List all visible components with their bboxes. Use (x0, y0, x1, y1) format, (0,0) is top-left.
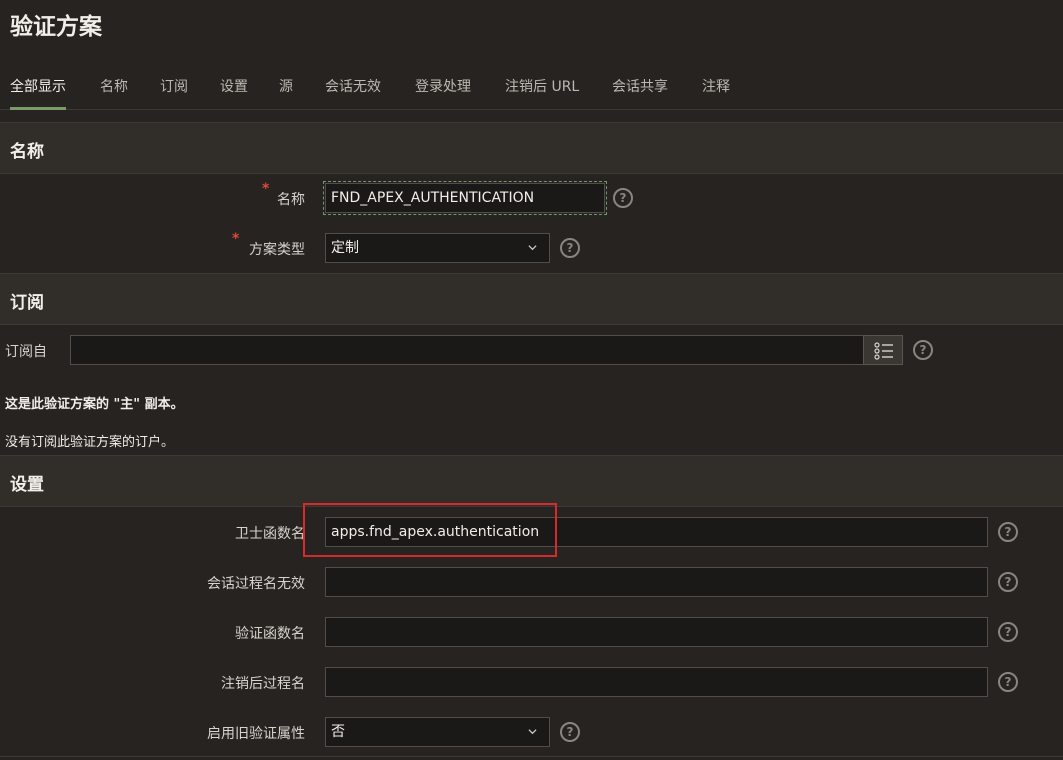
tab-login-processing[interactable]: 登录处理 (415, 76, 471, 110)
help-icon[interactable]: ? (998, 572, 1018, 592)
invalid-session-label: 会话过程名无效 (207, 576, 305, 592)
name-input[interactable]: FND_APEX_AUTHENTICATION (323, 181, 607, 215)
scheme-type-select[interactable]: 定制 (325, 233, 550, 263)
sentry-function-label: 卫士函数名 (235, 526, 305, 542)
scheme-type-value: 定制 (331, 240, 359, 256)
required-marker: * (232, 231, 240, 247)
tab-show-all[interactable]: 全部显示 (10, 76, 66, 110)
post-logout-label: 注销后过程名 (221, 676, 305, 692)
section-header-subscription: 订阅 (0, 273, 1063, 325)
section-header-name: 名称 (0, 122, 1063, 174)
help-icon[interactable]: ? (613, 188, 633, 208)
tab-settings[interactable]: 设置 (220, 76, 248, 110)
tab-bar: 全部显示 名称 订阅 设置 源 会话无效 登录处理 注销后 URL 会话共享 注… (0, 62, 1063, 110)
name-label: 名称 (277, 192, 305, 208)
post-logout-input[interactable] (325, 667, 988, 697)
master-copy-text: 这是此验证方案的 "主" 副本。 (5, 397, 184, 412)
tab-source[interactable]: 源 (279, 76, 293, 110)
scheme-type-label: 方案类型 (249, 242, 305, 258)
list-of-values-button[interactable] (863, 335, 903, 365)
page-title: 验证方案 (10, 14, 102, 40)
invalid-session-input[interactable] (325, 567, 988, 597)
help-icon[interactable]: ? (998, 622, 1018, 642)
legacy-attr-label: 启用旧验证属性 (207, 726, 305, 742)
tab-name[interactable]: 名称 (100, 76, 128, 110)
highlight-annotation (303, 503, 557, 557)
section-title-subscription: 订阅 (10, 293, 44, 313)
subscribe-from-input[interactable] (70, 335, 864, 365)
chevron-down-icon (528, 729, 537, 735)
section-header-settings: 设置 (0, 455, 1063, 507)
help-icon[interactable]: ? (560, 238, 580, 258)
legacy-attr-select[interactable]: 否 (325, 717, 550, 747)
legacy-attr-value: 否 (331, 724, 345, 740)
chevron-down-icon (528, 245, 537, 251)
divider (0, 756, 1063, 757)
auth-function-label: 验证函数名 (235, 626, 305, 642)
section-title-name: 名称 (10, 142, 44, 162)
subscribe-from-label: 订阅自 (5, 344, 47, 360)
tab-session-invalid[interactable]: 会话无效 (325, 76, 381, 110)
help-icon[interactable]: ? (998, 672, 1018, 692)
list-icon (874, 342, 893, 360)
tab-subscription[interactable]: 订阅 (160, 76, 188, 110)
required-marker: * (262, 181, 270, 197)
section-title-settings: 设置 (10, 475, 44, 495)
tab-session-sharing[interactable]: 会话共享 (612, 76, 668, 110)
help-icon[interactable]: ? (560, 722, 580, 742)
tab-post-logout-url[interactable]: 注销后 URL (505, 76, 579, 110)
tab-comments[interactable]: 注释 (702, 76, 730, 110)
auth-function-input[interactable] (325, 617, 988, 647)
help-icon[interactable]: ? (913, 340, 933, 360)
no-subscribers-text: 没有订阅此验证方案的订户。 (5, 435, 175, 450)
help-icon[interactable]: ? (998, 522, 1018, 542)
